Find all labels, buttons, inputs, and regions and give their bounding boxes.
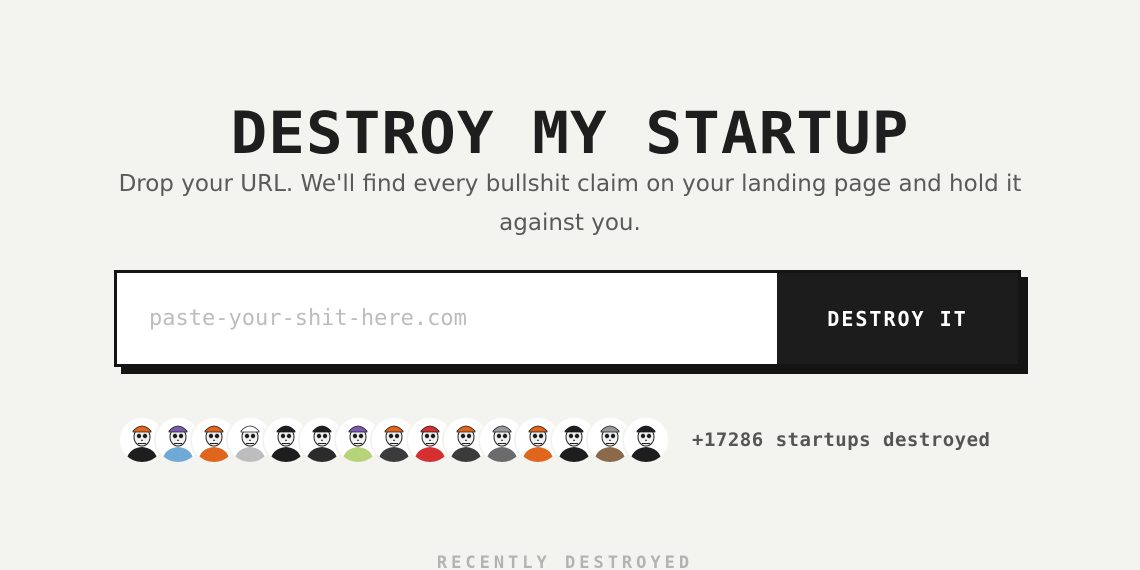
url-form: DESTROY IT (114, 270, 1021, 367)
page-title: DESTROY MY STARTUP (230, 98, 910, 167)
recently-destroyed-heading: RECENTLY DESTROYED (436, 553, 694, 570)
destroy-it-button[interactable]: DESTROY IT (777, 273, 1018, 364)
avatar-stack (118, 416, 670, 464)
social-proof: +17286 startups destroyed (118, 414, 990, 466)
skeleton-avatar-icon (622, 416, 670, 464)
destroyed-count: +17286 startups destroyed (692, 429, 991, 451)
page-subtitle: Drop your URL. We'll find every bullshit… (118, 171, 1022, 236)
url-input[interactable] (117, 273, 777, 364)
